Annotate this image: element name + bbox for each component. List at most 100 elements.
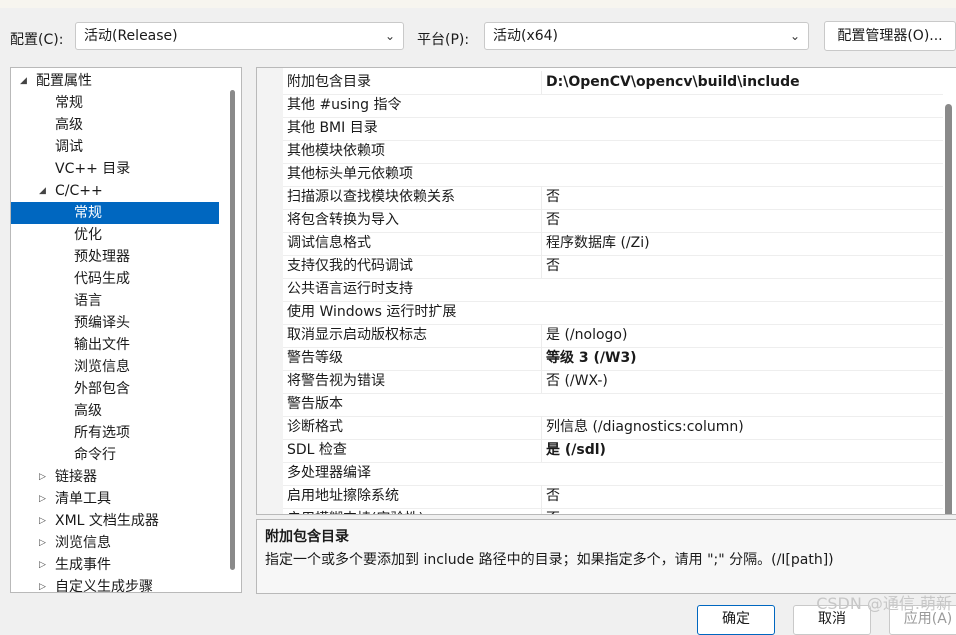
property-row[interactable]: 其他模块依赖项	[283, 140, 943, 164]
grid-scrollbar[interactable]	[945, 104, 952, 514]
property-row[interactable]: 将包含转换为导入 否	[283, 209, 943, 233]
tree-item-label: 预处理器	[74, 249, 130, 265]
tree-item[interactable]: ▷ 生成事件	[11, 554, 219, 576]
tree-item[interactable]: 常规	[11, 92, 219, 114]
property-value[interactable]: 是 (/nologo)	[541, 324, 946, 347]
config-dropdown[interactable]: 活动(Release) ⌄	[75, 22, 404, 50]
tree-scrollbar[interactable]	[230, 90, 235, 570]
tree-item-label: 链接器	[55, 469, 97, 485]
collapsed-arrow-icon[interactable]: ▷	[39, 554, 46, 576]
property-row[interactable]: 取消显示启动版权标志 是 (/nologo)	[283, 324, 943, 348]
property-value[interactable]: 否	[541, 485, 946, 508]
tree-item-label: 输出文件	[74, 337, 130, 353]
property-row[interactable]: 警告等级 等级 3 (/W3)	[283, 347, 943, 371]
property-row[interactable]: SDL 检查 是 (/sdl)	[283, 439, 943, 463]
collapsed-arrow-icon[interactable]: ▷	[39, 466, 46, 488]
tree-item-label: 高级	[55, 117, 83, 133]
config-dropdown-value: 活动(Release)	[84, 28, 178, 44]
tree-item-label: 命令行	[74, 447, 116, 463]
tree-item[interactable]: 常规	[11, 202, 219, 224]
tree-item[interactable]: 调试	[11, 136, 219, 158]
tree-item[interactable]: 高级	[11, 114, 219, 136]
tree-item[interactable]: 高级	[11, 400, 219, 422]
property-value[interactable]: 等级 3 (/W3)	[541, 347, 946, 370]
property-row[interactable]: 扫描源以查找模块依赖关系 否	[283, 186, 943, 210]
collapsed-arrow-icon[interactable]: ▷	[39, 532, 46, 554]
property-value[interactable]: 否	[541, 508, 946, 514]
tree-item[interactable]: ◢ C/C++	[11, 180, 219, 202]
property-row[interactable]: 多处理器编译	[283, 462, 943, 486]
property-name: 启用模糊支持(实验性)	[287, 508, 537, 514]
property-row[interactable]: 其他 #using 指令	[283, 94, 943, 118]
property-row[interactable]: 其他标头单元依赖项	[283, 163, 943, 187]
property-row[interactable]: 使用 Windows 运行时扩展	[283, 301, 943, 325]
description-panel: 附加包含目录 指定一个或多个要添加到 include 路径中的目录；如果指定多个…	[256, 519, 956, 594]
property-name: 警告等级	[287, 350, 343, 366]
grid-gutter	[257, 68, 283, 514]
tree-item[interactable]: ▷ 浏览信息	[11, 532, 219, 554]
property-row[interactable]: 支持仅我的代码调试 否	[283, 255, 943, 279]
ok-button[interactable]: 确定	[697, 605, 775, 635]
property-value[interactable]: 列信息 (/diagnostics:column)	[541, 416, 946, 439]
property-name: 其他标头单元依赖项	[287, 166, 413, 182]
property-value[interactable]: 程序数据库 (/Zi)	[541, 232, 946, 255]
tree-item[interactable]: 所有选项	[11, 422, 219, 444]
property-name: 调试信息格式	[287, 235, 371, 251]
tree-item[interactable]: 输出文件	[11, 334, 219, 356]
property-grid[interactable]: 附加包含目录 D:\OpenCV\opencv\build\include 其他 #…	[256, 67, 956, 515]
collapsed-arrow-icon[interactable]: ▷	[39, 576, 46, 592]
property-row[interactable]: 启用地址擦除系统 否	[283, 485, 943, 509]
tree-item[interactable]: ▷ 清单工具	[11, 488, 219, 510]
tree-item[interactable]: 预处理器	[11, 246, 219, 268]
tree-item[interactable]: ▷ 链接器	[11, 466, 219, 488]
tree-item-label: 浏览信息	[74, 359, 130, 375]
property-row[interactable]: 诊断格式 列信息 (/diagnostics:column)	[283, 416, 943, 440]
property-row[interactable]: 启用模糊支持(实验性) 否	[283, 508, 946, 514]
tree-item[interactable]: 优化	[11, 224, 219, 246]
property-row[interactable]: 警告版本	[283, 393, 943, 417]
collapsed-arrow-icon[interactable]: ▷	[39, 488, 46, 510]
property-name: 启用地址擦除系统	[287, 488, 399, 504]
property-name: 附加包含目录	[287, 74, 371, 90]
chevron-down-icon: ⌄	[789, 29, 800, 43]
chevron-down-icon: ⌄	[384, 29, 395, 43]
property-name: 将警告视为错误	[287, 373, 385, 389]
property-value[interactable]: 是 (/sdl)	[541, 439, 946, 462]
property-value[interactable]: 否	[541, 255, 946, 278]
tree-item-label: 语言	[74, 293, 102, 309]
tree-item[interactable]: 外部包含	[11, 378, 219, 400]
tree-item[interactable]: ▷ XML 文档生成器	[11, 510, 219, 532]
property-value[interactable]: 否 (/WX-)	[541, 370, 946, 393]
tree-item[interactable]: 浏览信息	[11, 356, 219, 378]
collapsed-arrow-icon[interactable]: ▷	[39, 510, 46, 532]
property-row[interactable]: 将警告视为错误 否 (/WX-)	[283, 370, 943, 394]
property-row[interactable]: 附加包含目录 D:\OpenCV\opencv\build\include	[283, 71, 943, 95]
tree-item-label: 代码生成	[74, 271, 130, 287]
property-row[interactable]: 其他 BMI 目录	[283, 117, 943, 141]
property-name: SDL 检查	[287, 442, 347, 458]
platform-label: 平台(P):	[417, 32, 470, 48]
tree-item[interactable]: ▷ 自定义生成步骤	[11, 576, 219, 592]
property-value[interactable]: 否	[541, 186, 946, 209]
property-row[interactable]: 公共语言运行时支持	[283, 278, 943, 302]
tree-item[interactable]: 预编译头	[11, 312, 219, 334]
tree-item[interactable]: 语言	[11, 290, 219, 312]
tree-item-label: 生成事件	[55, 557, 111, 573]
tree-item-label: 优化	[74, 227, 102, 243]
property-tree[interactable]: ◢ 配置属性 常规 高级 调试 VC++ 目录 ◢ C/C++ 常规 优化 预处理器 代码生成 语言 预编…	[10, 67, 242, 593]
expanded-arrow-icon[interactable]: ◢	[39, 180, 46, 202]
tree-item[interactable]: 命令行	[11, 444, 219, 466]
tree-item[interactable]: ◢ 配置属性	[11, 70, 219, 92]
window-top-strip	[0, 0, 956, 8]
tree-item[interactable]: 代码生成	[11, 268, 219, 290]
property-row[interactable]: 调试信息格式 程序数据库 (/Zi)	[283, 232, 943, 256]
property-value[interactable]: D:\OpenCV\opencv\build\include	[541, 71, 946, 94]
tree-item-label: XML 文档生成器	[55, 513, 159, 529]
expanded-arrow-icon[interactable]: ◢	[20, 70, 27, 92]
config-manager-button[interactable]: 配置管理器(O)...	[824, 21, 956, 51]
property-value[interactable]: 否	[541, 209, 946, 232]
tree-item-label: 配置属性	[36, 73, 92, 89]
tree-item-label: 常规	[55, 95, 83, 111]
platform-dropdown[interactable]: 活动(x64) ⌄	[484, 22, 809, 50]
tree-item[interactable]: VC++ 目录	[11, 158, 219, 180]
